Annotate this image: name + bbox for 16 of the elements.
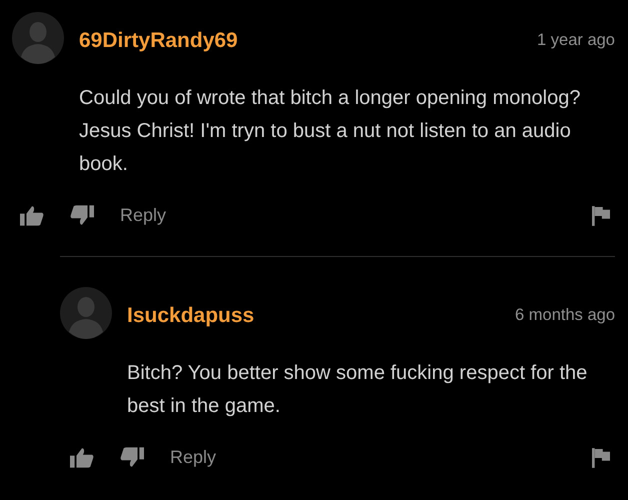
username[interactable]: 69DirtyRandy69 xyxy=(79,29,238,53)
comment-text: Could you of wrote that bitch a longer opening monolog? Jesus Christ! I'm tryn to bust a nut not listen to an audio book. xyxy=(79,86,582,177)
thumbs-up-icon[interactable] xyxy=(20,205,44,226)
avatar-icon xyxy=(12,12,64,64)
reply-link[interactable]: Reply xyxy=(120,205,166,226)
flag-icon[interactable] xyxy=(592,448,610,468)
thumbs-down-icon[interactable] xyxy=(120,447,144,468)
timestamp: 1 year ago xyxy=(537,31,615,50)
flag-icon[interactable] xyxy=(592,206,610,226)
timestamp: 6 months ago xyxy=(515,306,615,325)
reply-link[interactable]: Reply xyxy=(170,447,216,468)
comment-text: Bitch? You better show some fucking respect for the best in the game. xyxy=(127,361,588,419)
avatar-icon xyxy=(60,287,112,339)
username[interactable]: Isuckdapuss xyxy=(127,304,254,328)
thumbs-up-icon[interactable] xyxy=(70,447,94,468)
thumbs-down-icon[interactable] xyxy=(70,205,94,226)
